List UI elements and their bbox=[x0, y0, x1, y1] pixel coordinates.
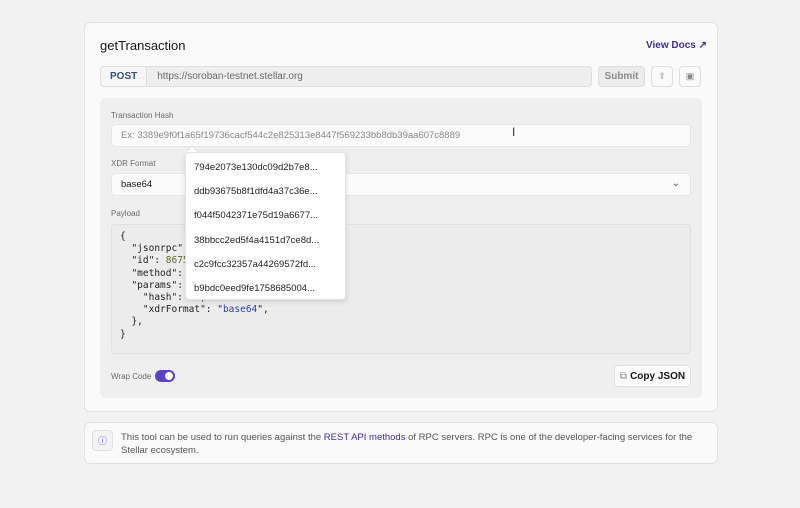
xdr-format-value: base64 bbox=[121, 179, 153, 190]
view-docs-link[interactable]: View Docs ↗ bbox=[646, 40, 707, 51]
submit-button[interactable]: Submit bbox=[598, 66, 645, 87]
wrap-code-toggle[interactable] bbox=[155, 370, 175, 382]
save-icon: ▣ bbox=[685, 71, 695, 81]
share-button[interactable]: ⇪ bbox=[651, 66, 673, 87]
transaction-hash-input[interactable]: Ex: 3389e9f0f1a65f19736cacf544c2e825313e… bbox=[111, 124, 691, 147]
payload-label: Payload bbox=[111, 209, 140, 218]
copy-json-label: Copy JSON bbox=[630, 370, 686, 382]
rpc-url-input[interactable]: https://soroban-testnet.stellar.org bbox=[147, 71, 303, 82]
suggestion-item[interactable]: c2c9fcc32357a44269572fd... bbox=[186, 253, 345, 277]
suggestion-item[interactable]: b9bdc0eed9fe1758685004... bbox=[186, 277, 345, 301]
view-docs-label: View Docs bbox=[646, 40, 696, 51]
hash-placeholder: Ex: 3389e9f0f1a65f19736cacf544c2e825313e… bbox=[121, 130, 461, 141]
share-icon: ⇪ bbox=[658, 71, 666, 81]
rest-api-methods-link[interactable]: REST API methods bbox=[324, 432, 406, 443]
http-method-badge: POST bbox=[101, 67, 148, 86]
text-cursor-icon: I bbox=[512, 125, 516, 139]
suggestion-item[interactable]: 38bbcc2ed5f4a4151d7ce8d... bbox=[186, 229, 345, 253]
copy-json-button[interactable]: ⧉ Copy JSON bbox=[614, 365, 691, 387]
suggestion-item[interactable]: f044f5042371e75d19a6677... bbox=[186, 204, 345, 228]
wrap-code-label: Wrap Code bbox=[111, 372, 152, 381]
chevron-down-icon: ⌄ bbox=[671, 178, 680, 189]
xdr-format-label: XDR Format bbox=[111, 159, 156, 168]
suggestion-item[interactable]: ddb93675b8f1dfd4a37c36e... bbox=[186, 180, 345, 204]
suggestion-item[interactable]: 794e2073e130dc09d2b7e8... bbox=[186, 156, 345, 180]
copy-icon: ⧉ bbox=[619, 370, 628, 382]
url-bar: POST https://soroban-testnet.stellar.org bbox=[100, 66, 592, 87]
info-text: This tool can be used to run queries aga… bbox=[121, 432, 693, 456]
hash-suggestions-dropdown: 794e2073e130dc09d2b7e8... ddb93675b8f1df… bbox=[185, 152, 346, 300]
page-title: getTransaction bbox=[100, 38, 186, 53]
external-link-icon: ↗ bbox=[698, 40, 708, 51]
hash-label: Transaction Hash bbox=[111, 111, 174, 120]
save-button[interactable]: ▣ bbox=[679, 66, 701, 87]
info-icon: ⓘ bbox=[92, 430, 113, 451]
